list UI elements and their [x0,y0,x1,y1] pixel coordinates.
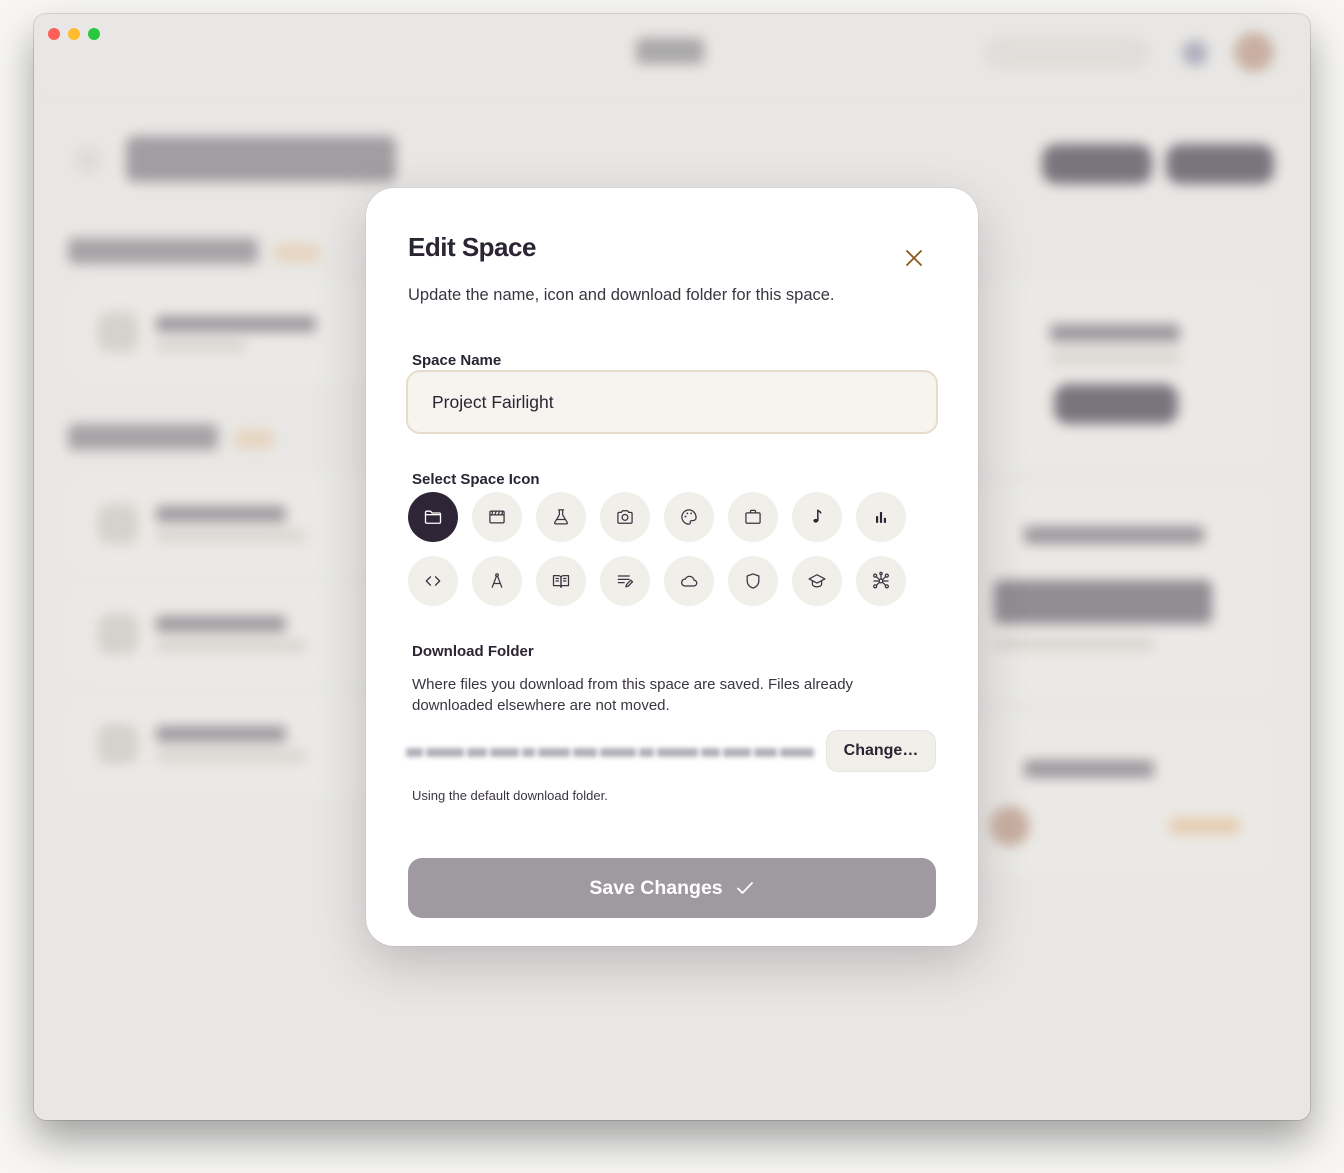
cloud-icon [681,575,698,587]
checkmark-icon [736,882,753,894]
minimize-window-button[interactable] [68,28,80,40]
code-icon [425,576,441,586]
edit-space-dialog: Edit Space Update the name, icon and dow… [366,188,978,946]
download-path [406,744,814,760]
network-icon [873,571,889,589]
icon-option-flask[interactable] [536,492,586,542]
icon-option-clapperboard[interactable] [472,492,522,542]
briefcase-icon [745,509,761,524]
download-folder-note: Using the default download folder. [412,788,608,803]
space-name-input[interactable] [406,370,938,434]
music-note-icon [813,509,822,523]
icon-option-notes[interactable] [600,556,650,606]
icon-option-cloud[interactable] [664,556,714,606]
camera-icon [617,510,633,524]
notes-pencil-icon [617,575,634,588]
icon-option-code[interactable] [408,556,458,606]
clapperboard-icon [489,510,505,524]
close-window-button[interactable] [48,28,60,40]
app-window: Edit Space Update the name, icon and dow… [34,14,1310,1120]
zoom-window-button[interactable] [88,28,100,40]
icon-option-compass[interactable] [472,556,522,606]
open-book-icon [552,574,570,588]
save-changes-button[interactable]: Save Changes [408,858,936,918]
close-button[interactable] [896,240,932,276]
icon-option-palette[interactable] [664,492,714,542]
icon-picker [408,492,906,606]
close-icon [906,250,922,266]
icon-option-briefcase[interactable] [728,492,778,542]
select-icon-label: Select Space Icon [412,471,540,488]
folder-icon [424,510,442,524]
icon-option-graduation[interactable] [792,556,842,606]
icon-option-book[interactable] [536,556,586,606]
palette-icon [681,509,697,525]
icon-option-music[interactable] [792,492,842,542]
icon-option-bar-chart[interactable] [856,492,906,542]
shield-icon [746,573,760,589]
bar-chart-icon [876,512,886,523]
dialog-subtitle: Update the name, icon and download folde… [408,286,835,304]
space-name-label: Space Name [412,352,502,369]
download-folder-label: Download Folder [412,643,534,660]
icon-option-folder[interactable] [408,492,458,542]
graduation-cap-icon [808,574,826,588]
download-folder-description: Where files you download from this space… [412,676,854,714]
change-folder-button[interactable]: Change… [826,730,936,772]
icon-option-camera[interactable] [600,492,650,542]
save-changes-label: Save Changes [589,876,723,899]
flask-icon [554,509,568,525]
compass-icon [491,573,503,588]
icon-option-network[interactable] [856,556,906,606]
dialog-title: Edit Space [408,232,536,262]
window-controls [48,28,100,40]
icon-option-shield[interactable] [728,556,778,606]
